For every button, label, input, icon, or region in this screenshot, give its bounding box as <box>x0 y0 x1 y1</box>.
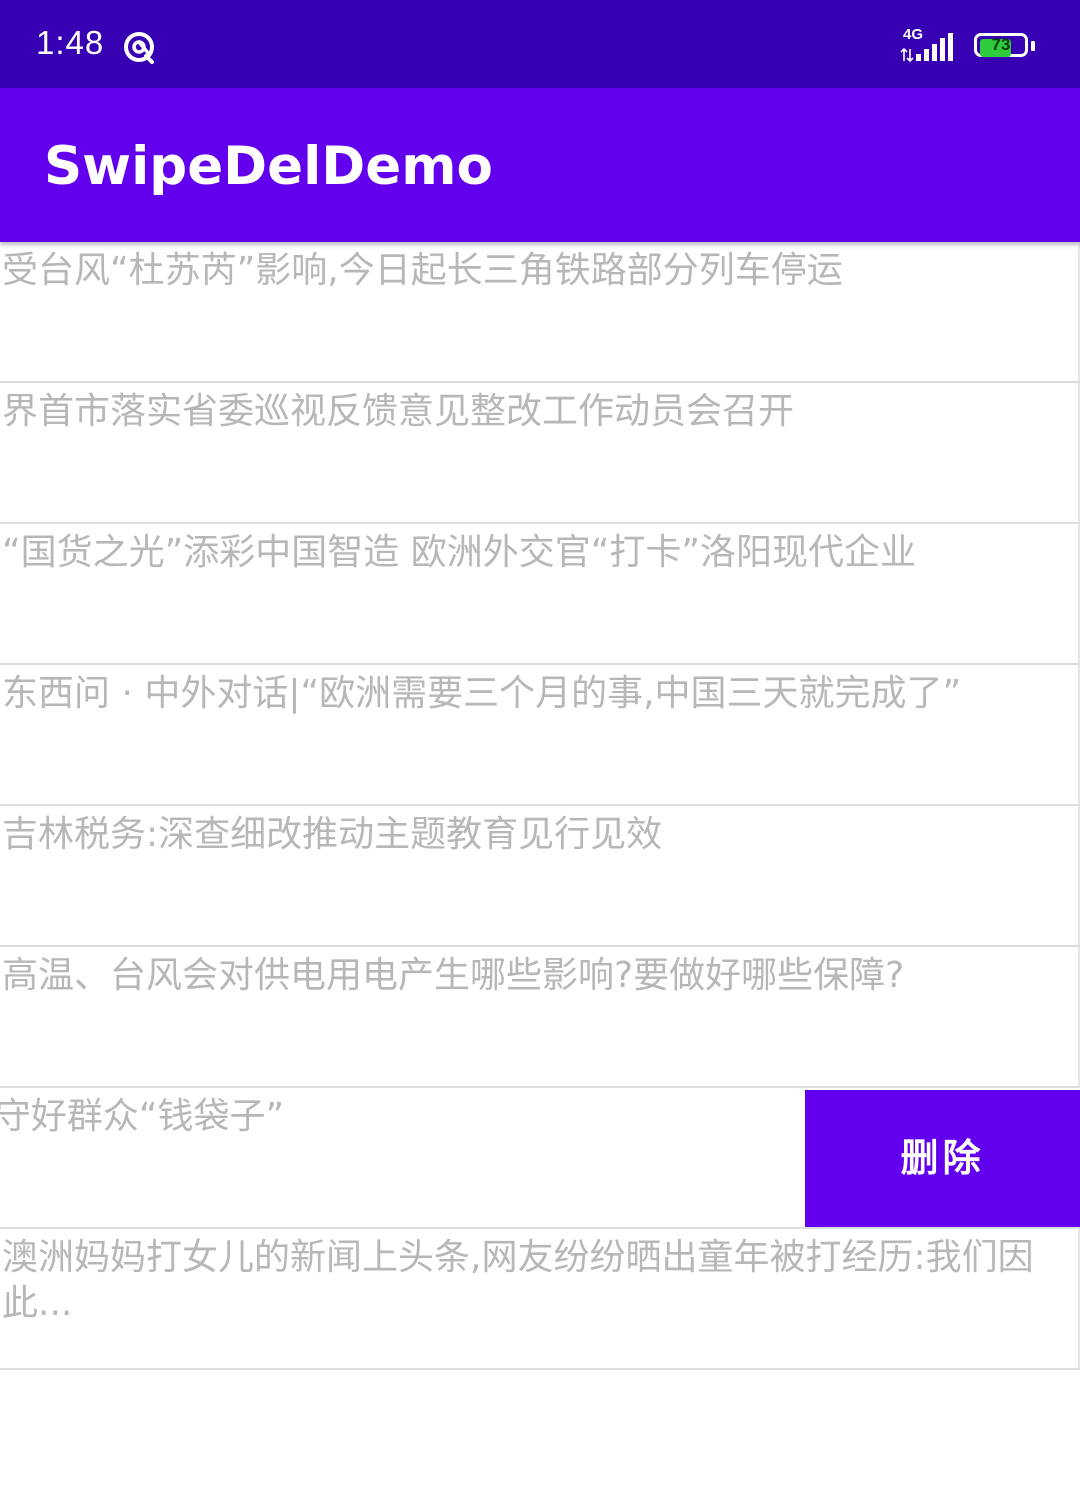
list-item-text: 界首市落实省委巡视反馈意见整改工作动员会召开 <box>2 391 795 432</box>
news-list[interactable]: 受台风“杜苏芮”影响,今日起长三角铁路部分列车停运 界首市落实省委巡视反馈意见整… <box>0 242 1080 1370</box>
app-bar: SwipeDelDemo <box>0 88 1080 242</box>
list-item-text: 受台风“杜苏芮”影响,今日起长三角铁路部分列车停运 <box>2 250 843 291</box>
list-item[interactable]: 界首市落实省委巡视反馈意见整改工作动员会召开 <box>0 383 1080 524</box>
data-arrows-icon <box>900 48 914 62</box>
battery-icon: 73 <box>974 33 1035 61</box>
signal-icon <box>916 33 953 61</box>
list-item-text: 吉林税务:深查细改推动主题教育见行见效 <box>2 814 663 855</box>
list-item-text: 东西问 · 中外对话|“欧洲需要三个月的事,中国三天就完成了” <box>2 673 962 714</box>
list-item-text: 县:念好“紧箍咒” 守好群众“钱袋子” <box>0 1096 285 1137</box>
list-item[interactable]: 受台风“杜苏芮”影响,今日起长三角铁路部分列车停运 <box>0 242 1080 383</box>
list-item[interactable]: 澳洲妈妈打女儿的新闻上头条,网友纷纷晒出童年被打经历:我们因此... <box>0 1229 1080 1370</box>
list-item-text: 高温、台风会对供电用电产生哪些影响?要做好哪些保障? <box>2 955 905 996</box>
status-time: 1:48 <box>36 24 105 61</box>
list-item-text: “国货之光”添彩中国智造 欧洲外交官“打卡”洛阳现代企业 <box>2 532 917 573</box>
delete-button[interactable]: 删除 <box>805 1090 1080 1227</box>
list-item[interactable]: 东西问 · 中外对话|“欧洲需要三个月的事,中国三天就完成了” <box>0 665 1080 806</box>
status-bar: 1:48 4G 73 <box>0 0 1080 88</box>
list-item-text: 澳洲妈妈打女儿的新闻上头条,网友纷纷晒出童年被打经历:我们因此... <box>2 1237 1034 1324</box>
list-item[interactable]: 吉林税务:深查细改推动主题教育见行见效 <box>0 806 1080 947</box>
list-item[interactable]: 高温、台风会对供电用电产生哪些影响?要做好哪些保障? <box>0 947 1080 1088</box>
battery-tip <box>1031 41 1035 51</box>
list-item[interactable]: “国货之光”添彩中国智造 欧洲外交官“打卡”洛阳现代企业 <box>0 524 1080 665</box>
app-title: SwipeDelDemo <box>44 136 493 197</box>
list-item-swiped[interactable]: 县:念好“紧箍咒” 守好群众“钱袋子” 删除 <box>0 1088 1080 1229</box>
battery-level: 73 <box>991 35 1011 54</box>
sync-icon <box>124 32 154 64</box>
